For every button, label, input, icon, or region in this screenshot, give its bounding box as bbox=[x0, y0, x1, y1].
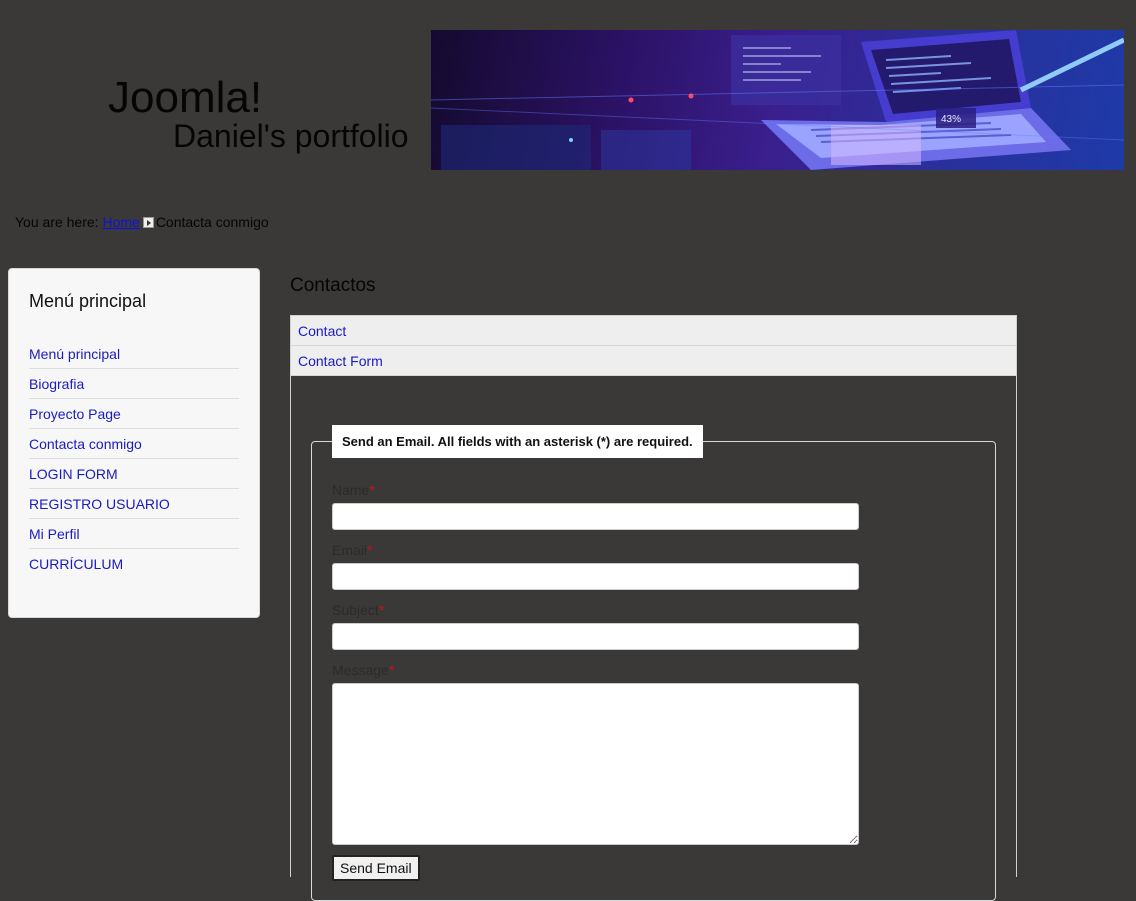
email-form-legend: Send an Email. All fields with an asteri… bbox=[332, 425, 703, 458]
sidebar-link-biografia[interactable]: Biografia bbox=[29, 376, 84, 392]
name-label: Name* bbox=[332, 482, 375, 498]
subject-label-text: Subject bbox=[332, 602, 379, 618]
send-email-button[interactable]: Send Email bbox=[332, 855, 420, 881]
tab-contact-link[interactable]: Contact bbox=[298, 323, 346, 339]
tab-contact-form-link[interactable]: Contact Form bbox=[298, 353, 383, 369]
breadcrumb-arrow-icon bbox=[142, 217, 154, 228]
email-field[interactable] bbox=[332, 563, 859, 590]
message-label-text: Message bbox=[332, 662, 389, 678]
subject-label: Subject* bbox=[332, 602, 384, 618]
email-required-mark: * bbox=[367, 542, 373, 558]
name-label-text: Name bbox=[332, 482, 370, 498]
sidebar-link-proyecto-page[interactable]: Proyecto Page bbox=[29, 406, 121, 422]
sidebar-main-menu: Menú principal Menú principal Biografia … bbox=[8, 268, 260, 618]
message-label: Message* bbox=[332, 662, 394, 678]
sidebar-item-biografia: Biografia bbox=[29, 369, 239, 399]
sidebar-link-mi-perfil[interactable]: Mi Perfil bbox=[29, 526, 80, 542]
logo-title: Joomla! bbox=[108, 73, 263, 122]
sidebar-item-proyecto-page: Proyecto Page bbox=[29, 399, 239, 429]
name-field[interactable] bbox=[332, 503, 859, 530]
tab-contact[interactable]: Contact bbox=[291, 316, 1016, 346]
sidebar-menu-list: Menú principal Biografia Proyecto Page C… bbox=[29, 339, 239, 579]
sidebar-link-contacta-conmigo[interactable]: Contacta conmigo bbox=[29, 436, 142, 452]
sidebar-item-registro-usuario: REGISTRO USUARIO bbox=[29, 489, 239, 519]
tab-contact-form[interactable]: Contact Form bbox=[291, 346, 1016, 376]
breadcrumb-current: Contacta conmigo bbox=[155, 214, 269, 230]
subject-field[interactable] bbox=[332, 623, 859, 650]
name-required-mark: * bbox=[369, 482, 375, 498]
logo-subtitle: Daniel's portfolio bbox=[173, 118, 409, 154]
breadcrumb-home-link[interactable]: Home bbox=[102, 214, 139, 230]
banner-percent-label: 43% bbox=[941, 114, 961, 125]
sidebar-link-login-form[interactable]: LOGIN FORM bbox=[29, 466, 118, 482]
sidebar-title: Menú principal bbox=[29, 291, 147, 311]
sidebar-item-mi-perfil: Mi Perfil bbox=[29, 519, 239, 549]
message-required-mark: * bbox=[388, 662, 395, 678]
email-label: Email* bbox=[332, 542, 372, 558]
header-banner-image: 43% bbox=[431, 30, 1124, 170]
sidebar-item-contacta-conmigo: Contacta conmigo bbox=[29, 429, 239, 459]
sidebar-link-curriculum[interactable]: CURRÍCULUM bbox=[29, 556, 123, 572]
page-title: Contactos bbox=[290, 275, 376, 296]
sidebar-link-registro-usuario[interactable]: REGISTRO USUARIO bbox=[29, 496, 170, 512]
sidebar-item-curriculum: CURRÍCULUM bbox=[29, 549, 239, 579]
subject-required-mark: * bbox=[378, 602, 385, 618]
sidebar-link-menu-principal[interactable]: Menú principal bbox=[29, 346, 120, 362]
sidebar-item-login-form: LOGIN FORM bbox=[29, 459, 239, 489]
breadcrumb-prefix: You are here: bbox=[15, 214, 99, 230]
breadcrumb: You are here: Home Contacta conmigo bbox=[15, 214, 269, 230]
message-textarea[interactable] bbox=[332, 683, 859, 845]
email-label-text: Email bbox=[332, 542, 368, 558]
sidebar-item-menu-principal: Menú principal bbox=[29, 339, 239, 369]
